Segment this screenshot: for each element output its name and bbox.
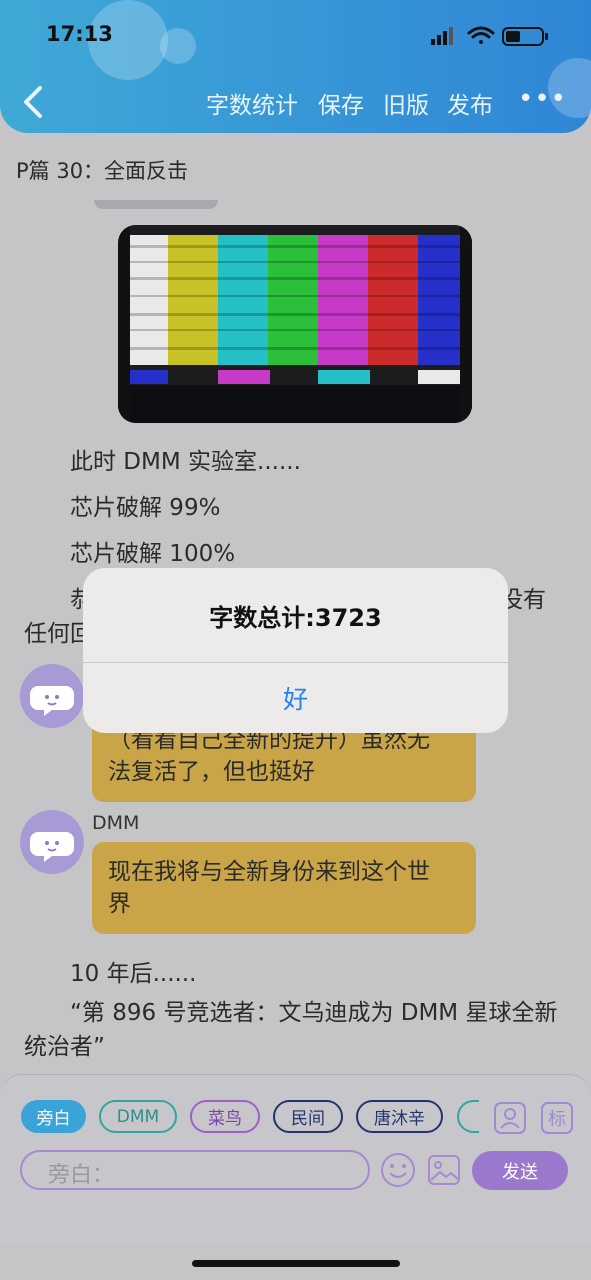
more-menu-icon[interactable]: ••• [518,84,567,114]
role-chip-narration[interactable]: 旁白 [21,1100,86,1133]
status-icons [431,26,548,46]
role-chip-civilian[interactable]: 民间 [273,1100,343,1133]
role-chip-dmm[interactable]: DMM [99,1100,177,1133]
dialogue-input[interactable]: 旁白： [20,1150,370,1190]
role-chip-tang[interactable]: 唐沐辛 [356,1100,443,1133]
mark-label: 标 [548,1109,566,1130]
avatar[interactable] [20,664,84,728]
send-button[interactable]: 发送 [472,1151,568,1190]
mark-button[interactable]: 标 [541,1102,573,1134]
narration-line-3[interactable]: 芯片破解 100% [70,534,235,568]
status-time: 17:13 [46,22,113,46]
narration-line-1[interactable]: 此时 DMM 实验室...... [70,442,301,476]
signal-icon [431,27,453,45]
narration-line-4[interactable]: 10 年后...... [70,954,196,988]
color-bars-image [118,225,472,423]
role-chip-rookie[interactable]: 菜鸟 [190,1100,260,1133]
alert-title: 字数总计:3723 [209,604,382,632]
alert-ok-button[interactable]: 好 [83,680,508,716]
back-arrow-icon[interactable] [20,84,48,120]
add-role-button[interactable] [494,1102,526,1134]
narration-paragraph-text: “第 896 号竞选者：文乌迪成为 DMM 星球全新统治者” [24,1000,558,1060]
wifi-icon [467,26,495,44]
narration-line-2[interactable]: 芯片破解 99% [70,488,220,522]
decor-bubble-2 [160,28,196,64]
battery-icon [502,27,548,46]
save-button[interactable]: 保存 [318,86,364,120]
previous-block-edge [94,200,218,209]
narration-paragraph[interactable]: “第 896 号竞选者：文乌迪成为 DMM 星球全新统治者” [24,996,574,1064]
speaker-name: DMM [92,812,140,834]
person-icon [500,1108,520,1129]
top-header: 17:13 字数统计 保存 旧版 发布 ••• [0,0,591,133]
image-icon[interactable] [427,1154,461,1186]
old-version-button[interactable]: 旧版 [383,86,429,120]
avatar[interactable] [20,810,84,874]
chat-bubble[interactable]: 现在我将与全新身份来到这个世界 [92,842,476,934]
chapter-title: P篇 30：全面反击 [16,159,189,183]
alert-divider [83,662,508,663]
chat-face-icon [30,832,74,862]
word-count-button[interactable]: 字数统计 [206,86,298,120]
emoji-icon[interactable] [380,1152,416,1188]
story-image[interactable] [118,225,472,423]
chat-face-icon [30,686,74,716]
home-indicator [192,1260,400,1267]
word-count-alert: 字数总计:3723 好 [83,568,508,733]
publish-button[interactable]: 发布 [447,86,493,120]
